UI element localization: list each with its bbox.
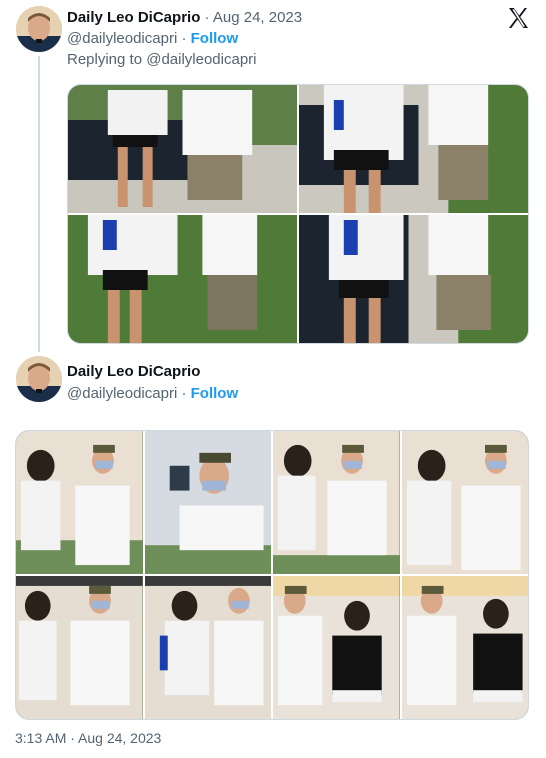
follow-button[interactable]: Follow	[191, 30, 239, 47]
photo[interactable]	[401, 431, 528, 574]
handle[interactable]: @dailyleodicapri	[67, 30, 177, 47]
replying-to: Replying to @dailyleodicapri	[67, 50, 257, 70]
photo[interactable]	[68, 85, 297, 213]
tweet-date[interactable]: Aug 24, 2023	[213, 9, 302, 26]
thread-line	[38, 56, 40, 352]
photo[interactable]	[401, 576, 528, 719]
photo[interactable]	[299, 85, 528, 213]
photo[interactable]	[299, 215, 528, 343]
tweet-timestamp[interactable]: 3:13 AM · Aug 24, 2023	[15, 730, 161, 746]
photo[interactable]	[144, 576, 271, 719]
photo[interactable]	[16, 576, 143, 719]
tweet-1-header: Daily Leo DiCaprio · Aug 24, 2023	[67, 8, 302, 28]
display-name[interactable]: Daily Leo DiCaprio	[67, 9, 200, 26]
display-name[interactable]: Daily Leo DiCaprio	[67, 363, 200, 380]
avatar[interactable]	[16, 356, 62, 402]
avatar-image	[16, 356, 62, 402]
photo[interactable]	[16, 431, 143, 574]
photo[interactable]	[144, 431, 271, 574]
replying-text[interactable]: Replying to @dailyleodicapri	[67, 51, 257, 68]
handle[interactable]: @dailyleodicapri	[67, 385, 177, 402]
photo-grid	[15, 430, 529, 720]
separator: ·	[181, 385, 187, 402]
avatar-image	[16, 6, 62, 52]
separator: ·	[204, 9, 210, 26]
photo[interactable]	[68, 215, 297, 343]
photo[interactable]	[273, 576, 400, 719]
photo-grid	[67, 84, 529, 344]
tweet-2-header: Daily Leo DiCaprio	[67, 362, 200, 382]
tweet-2-handle-row: @dailyleodicapri · Follow	[67, 384, 238, 404]
tweet-1-handle-row: @dailyleodicapri · Follow	[67, 29, 238, 49]
avatar[interactable]	[16, 6, 62, 52]
separator: ·	[181, 30, 187, 47]
x-logo-icon[interactable]	[506, 6, 530, 30]
photo[interactable]	[273, 431, 400, 574]
follow-button[interactable]: Follow	[191, 385, 239, 402]
